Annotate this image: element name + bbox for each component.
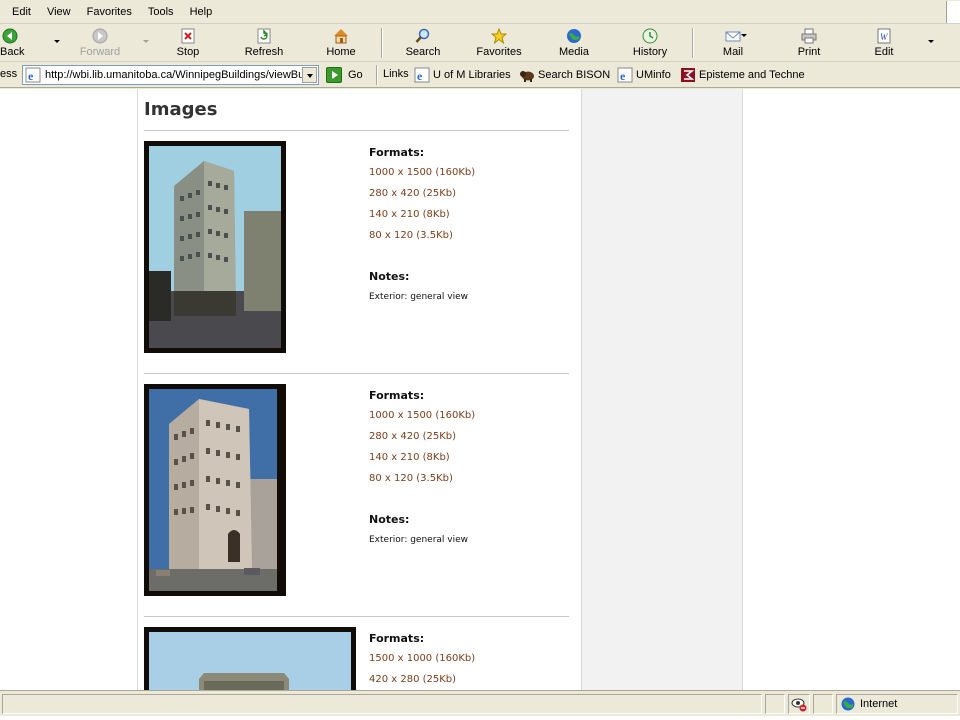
star-icon — [491, 28, 507, 44]
link-search-bison[interactable]: Search BISON — [519, 66, 610, 84]
security-zone-label: Internet — [860, 698, 898, 710]
toolbar-separator — [381, 28, 383, 58]
svg-text:e: e — [620, 69, 626, 83]
word-edit-icon: W — [877, 28, 891, 44]
format-link[interactable]: 1500 x 1000 (160Kb) — [369, 653, 475, 664]
page-title: Images — [144, 99, 218, 120]
format-link[interactable]: 1000 x 1500 (160Kb) — [369, 410, 475, 421]
refresh-icon — [257, 28, 271, 44]
page-content: Images Formats: 1000 x 1500 (160Kb) 280 … — [0, 89, 960, 690]
format-link[interactable]: 280 x 420 (25Kb) — [369, 188, 456, 199]
links-separator — [376, 65, 378, 85]
building-photo-thumbnail[interactable] — [144, 627, 356, 690]
building-photo-thumbnail[interactable] — [144, 141, 286, 353]
favorites-button[interactable]: Favorites — [474, 26, 524, 60]
episteme-logo-icon — [681, 68, 695, 82]
menu-help[interactable]: Help — [182, 1, 221, 23]
back-button[interactable]: Back — [0, 26, 24, 60]
notes-title: Notes: — [369, 513, 410, 526]
ie-page-icon: e — [25, 67, 41, 83]
address-bar: ess e Go Links e U of M Libraries Search… — [0, 62, 960, 88]
formats-title: Formats: — [369, 146, 425, 159]
url-input[interactable] — [45, 69, 307, 81]
formats-title: Formats: — [369, 632, 425, 645]
edit-button[interactable]: W Edit — [868, 26, 900, 60]
formats-title: Formats: — [369, 389, 425, 402]
refresh-button[interactable]: Refresh — [240, 26, 288, 60]
privacy-report-cell[interactable] — [788, 694, 810, 714]
window-corner — [946, 1, 960, 23]
note-text: Exterior: general view — [369, 535, 469, 545]
svg-text:e: e — [28, 69, 34, 83]
heading-divider — [144, 130, 569, 131]
format-link[interactable]: 140 x 210 (8Kb) — [369, 452, 450, 463]
image-entry: Formats: 1000 x 1500 (160Kb) 280 x 420 (… — [144, 384, 569, 616]
back-arrow-icon — [2, 28, 18, 44]
menu-tools[interactable]: Tools — [140, 1, 182, 23]
mail-dropdown[interactable] — [741, 34, 747, 37]
note-text: Exterior: general view — [369, 292, 469, 302]
link-episteme-and-techne[interactable]: Episteme and Techne — [680, 66, 805, 84]
home-button[interactable]: Home — [322, 26, 360, 60]
column-border — [137, 89, 138, 690]
building-photo-thumbnail[interactable] — [144, 384, 286, 596]
mail-button[interactable]: Mail — [716, 26, 750, 60]
ie-page-icon: e — [617, 67, 633, 83]
links-label[interactable]: Links — [383, 68, 409, 80]
stop-icon — [181, 28, 195, 44]
search-icon — [415, 28, 430, 43]
forward-button[interactable]: Forward — [78, 26, 122, 60]
menu-edit[interactable]: Edit — [0, 1, 39, 23]
format-link[interactable]: 140 x 210 (8Kb) — [369, 209, 450, 220]
right-sidebar — [582, 89, 743, 690]
privacy-eye-icon — [791, 698, 807, 712]
mail-icon — [725, 31, 741, 42]
toolbar-separator — [692, 28, 694, 58]
image-entry: Formats: 1000 x 1500 (160Kb) 280 x 420 (… — [144, 141, 569, 373]
go-button[interactable]: Go — [326, 66, 363, 84]
search-button[interactable]: Search — [402, 26, 444, 60]
go-arrow-icon — [326, 67, 342, 83]
media-button[interactable]: Media — [555, 26, 593, 60]
security-zone: Internet — [836, 694, 958, 714]
format-link[interactable]: 1000 x 1500 (160Kb) — [369, 167, 475, 178]
format-link[interactable]: 80 x 120 (3.5Kb) — [369, 473, 453, 484]
format-link[interactable]: 420 x 280 (25Kb) — [369, 674, 456, 685]
media-globe-icon — [567, 29, 581, 43]
ie-page-icon: e — [414, 67, 430, 83]
address-field[interactable]: e — [22, 65, 319, 85]
link-u-of-m-libraries[interactable]: e U of M Libraries — [414, 66, 511, 84]
bison-icon — [520, 71, 534, 82]
link-uminfo[interactable]: e UMinfo — [617, 66, 671, 84]
forward-dropdown[interactable] — [143, 40, 149, 43]
menu-favorites[interactable]: Favorites — [79, 1, 140, 23]
internet-globe-icon — [841, 697, 855, 711]
standard-toolbar: Back Forward Stop Refresh Home Search Fa… — [0, 24, 960, 62]
image-entry: Formats: 1500 x 1000 (160Kb) 420 x 280 (… — [144, 627, 569, 690]
entry-divider — [144, 373, 569, 374]
status-text-area — [2, 694, 762, 714]
menu-bar: Edit View Favorites Tools Help — [0, 0, 960, 24]
edit-dropdown[interactable] — [928, 40, 934, 43]
back-dropdown[interactable] — [54, 40, 60, 43]
svg-text:e: e — [417, 69, 423, 83]
print-button[interactable]: Print — [792, 26, 826, 60]
notes-title: Notes: — [369, 270, 410, 283]
format-link[interactable]: 80 x 120 (3.5Kb) — [369, 230, 453, 241]
home-icon — [334, 29, 348, 44]
forward-arrow-icon — [92, 28, 108, 44]
stop-button[interactable]: Stop — [170, 26, 206, 60]
format-link[interactable]: 280 x 420 (25Kb) — [369, 431, 456, 442]
address-label: ess — [0, 68, 18, 80]
printer-icon — [801, 28, 817, 44]
window-bottom-edge — [0, 716, 960, 720]
history-icon — [642, 28, 658, 44]
entry-divider — [144, 616, 569, 617]
status-empty-cell — [813, 694, 833, 714]
menu-view[interactable]: View — [39, 1, 79, 23]
history-button[interactable]: History — [628, 26, 672, 60]
address-dropdown-button[interactable] — [302, 67, 317, 83]
status-progress-cell — [765, 694, 785, 714]
